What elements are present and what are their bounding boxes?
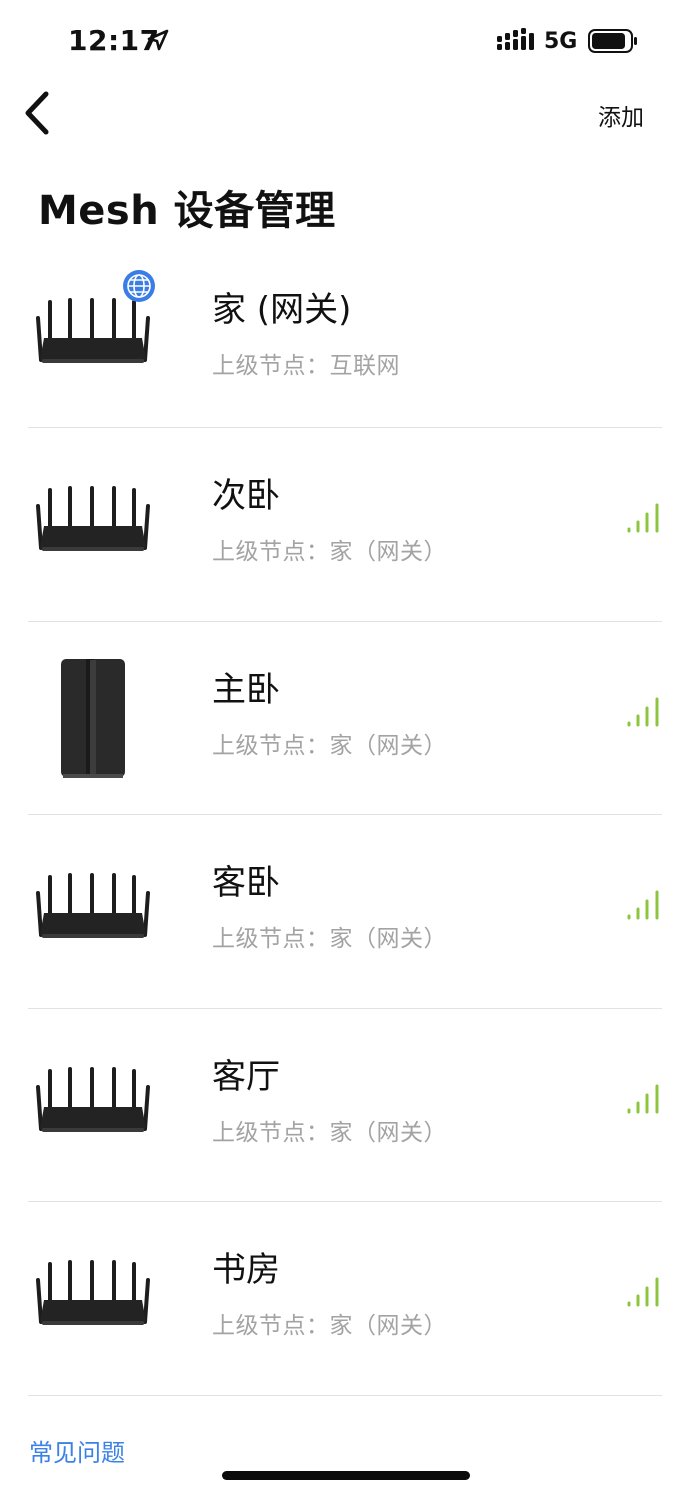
device-name: 家 (网关): [212, 290, 352, 330]
device-row[interactable]: 主卧 上级节点：家（网关）: [28, 622, 662, 815]
device-name: 主卧: [212, 669, 280, 710]
device-parent: 上级节点：家（网关）: [212, 1119, 447, 1146]
wifi-signal-strength-icon: [627, 1277, 659, 1307]
router-image: [36, 1066, 150, 1132]
device-parent: 上级节点：家（网关）: [212, 539, 447, 565]
home-indicator[interactable]: [222, 1471, 470, 1480]
device-row[interactable]: 客厅 上级节点：家（网关）: [28, 1009, 662, 1202]
globe-icon: [123, 270, 155, 302]
device-parent: 上级节点：互联网: [212, 353, 400, 379]
wifi-signal-strength-icon: [627, 890, 659, 920]
battery-icon: [588, 29, 637, 53]
wifi-signal-strength-icon: [627, 503, 659, 533]
status-bar: 12:17 5G: [0, 0, 690, 80]
router-image: [36, 873, 150, 938]
router-image: [36, 1260, 150, 1325]
wifi-signal-strength-icon: [627, 1084, 659, 1113]
wifi-signal-strength-icon: [627, 697, 659, 726]
device-parent: 上级节点：家（网关）: [212, 1313, 447, 1339]
router-image: [36, 486, 150, 551]
device-row[interactable]: 书房 上级节点：家（网关）: [28, 1202, 662, 1396]
add-button[interactable]: 添加: [598, 98, 644, 132]
faq-link[interactable]: 常见问题: [29, 1433, 125, 1468]
tower-router-image: [61, 658, 125, 778]
device-list: 家 (网关) 上级节点：互联网 次卧 上级节点：家（网关） 主卧 上级节点：家（…: [28, 240, 662, 1396]
back-button[interactable]: [18, 88, 62, 138]
device-parent: 上级节点：家（网关）: [212, 926, 447, 952]
network-type: 5G: [544, 29, 578, 54]
location-arrow-icon: [147, 29, 169, 51]
device-name: 客卧: [212, 863, 280, 903]
device-row[interactable]: 次卧 上级节点：家（网关）: [28, 428, 662, 622]
device-row[interactable]: 客卧 上级节点：家（网关）: [28, 815, 662, 1009]
cellular-signal-icon: [497, 28, 534, 50]
device-name: 次卧: [212, 476, 280, 516]
device-name: 客厅: [212, 1056, 280, 1097]
chevron-left-icon: [25, 91, 49, 135]
device-parent: 上级节点：家（网关）: [212, 732, 447, 759]
page-title: Mesh 设备管理: [38, 188, 336, 234]
device-row[interactable]: 家 (网关) 上级节点：互联网: [28, 240, 662, 428]
device-name: 书房: [212, 1250, 280, 1290]
